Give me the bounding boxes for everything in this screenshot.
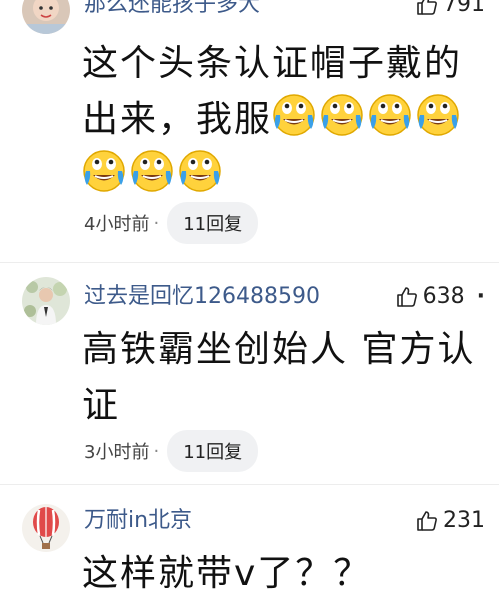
username[interactable]: 过去是回忆126488590 bbox=[84, 282, 320, 312]
more-options-icon[interactable]: · bbox=[477, 282, 485, 312]
avatar[interactable] bbox=[22, 504, 70, 552]
like-count: 791 bbox=[443, 0, 485, 17]
timestamp: 4小时前 bbox=[84, 214, 150, 235]
crying-laughing-emoji-icon bbox=[272, 93, 316, 137]
comment-text: 这个头条认证帽子戴的出来，我服 bbox=[82, 36, 482, 204]
separator-dot: · bbox=[153, 212, 160, 234]
like-button[interactable]: 231 bbox=[415, 506, 485, 536]
comment-text: 高铁霸坐创始人 官方认证 bbox=[82, 322, 482, 434]
crying-laughing-emoji-icon bbox=[82, 149, 126, 193]
comment-text-content: 这样就带v了？？ bbox=[82, 553, 372, 594]
crying-laughing-emoji-icon bbox=[320, 93, 364, 137]
crying-laughing-emoji-icon bbox=[416, 93, 460, 137]
comment-text: 这样就带v了？？ bbox=[82, 546, 482, 602]
like-button[interactable]: 638 · bbox=[395, 282, 485, 312]
timestamp: 3小时前 bbox=[84, 442, 150, 463]
separator-dot: · bbox=[153, 440, 160, 462]
divider bbox=[0, 484, 499, 485]
like-button[interactable]: 791 bbox=[415, 0, 485, 20]
thumbs-up-icon bbox=[415, 509, 439, 533]
crying-laughing-emoji-icon bbox=[130, 149, 174, 193]
divider bbox=[0, 262, 499, 263]
username[interactable]: 万耐in北京 bbox=[84, 506, 192, 536]
username[interactable]: 那么还能孩子多大 bbox=[84, 0, 260, 20]
reply-count-button[interactable]: 11回复 bbox=[167, 430, 259, 472]
crying-laughing-emoji-icon bbox=[178, 149, 222, 193]
comment-meta: 4小时前 · 11回复 bbox=[84, 202, 259, 244]
like-count: 638 bbox=[422, 284, 465, 309]
crying-laughing-emoji-icon bbox=[368, 93, 412, 137]
comment-text-content: 高铁霸坐创始人 官方认证 bbox=[82, 329, 476, 426]
avatar[interactable] bbox=[22, 277, 70, 325]
comment-meta: 3小时前 · 11回复 bbox=[84, 430, 259, 472]
avatar[interactable] bbox=[22, 0, 70, 34]
thumbs-up-icon bbox=[395, 285, 419, 309]
thumbs-up-icon bbox=[415, 0, 439, 17]
like-count: 231 bbox=[443, 508, 485, 533]
reply-count-button[interactable]: 11回复 bbox=[167, 202, 259, 244]
